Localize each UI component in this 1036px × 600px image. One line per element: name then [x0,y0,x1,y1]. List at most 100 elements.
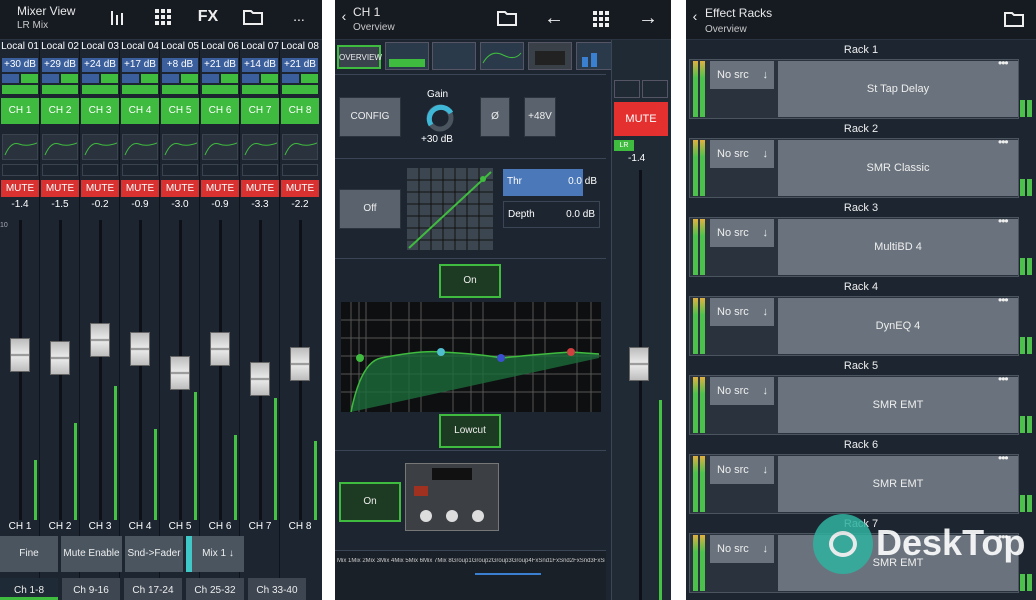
back-icon[interactable]: ‹ [338,8,350,24]
phase-button[interactable]: Ø [480,97,510,137]
pan-indicator[interactable] [162,164,198,176]
effect-name-button[interactable]: St Tap Delay [778,61,1018,117]
next-channel-icon[interactable]: → [635,7,661,30]
mute-button[interactable]: MUTE [201,180,239,197]
gate-off-button[interactable]: Off [339,189,401,229]
source-select-button[interactable]: No src ↓ [710,535,774,563]
source-select-button[interactable]: No src ↓ [710,456,774,484]
depth-field[interactable]: Depth 0.0 dB [503,201,600,228]
tab-ch-9-16[interactable]: Ch 9-16 [62,578,120,600]
channel-fader[interactable] [10,338,30,372]
config-thumb[interactable] [385,42,429,70]
channel-select-button[interactable]: CH 1 [1,98,39,124]
mute-button[interactable]: MUTE [81,180,119,197]
fx-unit-image[interactable] [405,463,499,531]
channel-select-button[interactable]: CH 3 [81,98,119,124]
eq-preview[interactable] [82,134,118,160]
more-icon[interactable]: ••• [998,135,1009,149]
send-to-fader-button[interactable]: Snd->Fader [125,536,183,572]
source-select-button[interactable]: No src ↓ [710,61,774,89]
more-icon[interactable]: ••• [998,214,1009,228]
channel-select-button[interactable]: CH 7 [241,98,279,124]
gain-readout[interactable]: +29 dB [42,58,78,72]
effect-name-button[interactable]: SMR EMT [778,456,1018,512]
gain-readout[interactable]: +8 dB [162,58,198,72]
pan-indicator[interactable] [2,164,38,176]
channel-fader[interactable] [290,347,310,381]
mix-select-button[interactable]: Mix 1 ↓ [186,536,244,572]
previous-channel-icon[interactable]: ← [541,7,567,30]
pan-indicator[interactable] [202,164,238,176]
channel-fader[interactable] [210,332,230,366]
fx-thumb[interactable] [528,42,572,70]
pan-indicator[interactable] [242,164,278,176]
gain-knob[interactable] [423,103,457,133]
channel-select-button[interactable]: CH 5 [161,98,199,124]
channel-select-button[interactable]: CH 4 [121,98,159,124]
tab-ch-33-40[interactable]: Ch 33-40 [248,578,306,600]
eq-preview[interactable] [202,134,238,160]
source-select-button[interactable]: No src ↓ [710,219,774,247]
gate-thumb[interactable] [432,42,476,70]
eq-thumb[interactable] [480,42,524,70]
channel-select-button[interactable]: CH 2 [41,98,79,124]
channel-select-button[interactable]: CH 8 [281,98,319,124]
folder-icon[interactable] [1002,11,1026,32]
meters-icon[interactable] [108,8,128,31]
mute-button[interactable]: MUTE [121,180,159,197]
more-icon[interactable]: ••• [998,451,1009,465]
more-icon[interactable]: ••• [998,372,1009,386]
gain-readout[interactable]: +21 dB [202,58,238,72]
channel-fader[interactable] [629,346,649,381]
eq-preview[interactable] [162,134,198,160]
fx-on-button[interactable]: On [339,482,401,522]
pan-indicator[interactable] [42,164,78,176]
grid-icon[interactable] [153,9,173,30]
mute-enable-button[interactable]: Mute Enable [61,536,122,572]
gain-readout[interactable]: +21 dB [282,58,318,72]
more-icon[interactable]: ••• [998,293,1009,307]
gain-readout[interactable]: +24 dB [82,58,118,72]
pan-indicator[interactable] [82,164,118,176]
mute-button[interactable]: MUTE [41,180,79,197]
back-icon[interactable]: ‹ [689,8,701,24]
lowcut-button[interactable]: Lowcut [439,414,501,448]
source-select-button[interactable]: No src ↓ [710,377,774,405]
lr-badge[interactable]: LR [614,140,634,151]
mute-button[interactable]: MUTE [241,180,279,197]
effect-name-button[interactable]: SMR Classic [778,140,1018,196]
effect-name-button[interactable]: DynEQ 4 [778,298,1018,354]
pan-indicator[interactable] [122,164,158,176]
eq-on-button[interactable]: On [439,264,501,298]
config-button[interactable]: CONFIG [339,97,401,137]
phantom-power-button[interactable]: +48V [524,97,556,137]
eq-preview[interactable] [2,134,38,160]
gain-readout[interactable]: +14 dB [242,58,278,72]
channel-fader[interactable] [90,323,110,357]
grid-icon[interactable] [591,11,611,32]
tab-ch-1-8[interactable]: Ch 1-8 [0,578,58,600]
gate-curve-graph[interactable] [407,168,493,250]
channel-select-button[interactable]: CH 6 [201,98,239,124]
tab-overview[interactable]: OVERVIEW [337,45,382,69]
channel-fader[interactable] [250,362,270,396]
gain-readout[interactable]: +17 dB [122,58,158,72]
folder-icon[interactable] [495,10,519,31]
sends-strip[interactable]: Mix 1Mix 2Mix 3Mix 4Mix 5Mix 6Mix 7Mix 8… [335,550,606,600]
channel-fader[interactable] [130,332,150,366]
more-icon[interactable]: ... [290,8,308,24]
mute-button[interactable]: MUTE [161,180,199,197]
eq-preview[interactable] [122,134,158,160]
mute-button[interactable]: MUTE [281,180,319,197]
fx-button[interactable]: FX [195,8,221,26]
eq-preview[interactable] [42,134,78,160]
channel-fader[interactable] [50,341,70,375]
mute-button[interactable]: MUTE [614,102,668,136]
fine-button[interactable]: Fine [0,536,58,572]
pan-indicator[interactable] [282,164,318,176]
folder-icon[interactable] [242,9,264,30]
source-select-button[interactable]: No src ↓ [710,140,774,168]
effect-name-button[interactable]: SMR EMT [778,377,1018,433]
channel-fader[interactable] [170,356,190,390]
eq-preview[interactable] [242,134,278,160]
